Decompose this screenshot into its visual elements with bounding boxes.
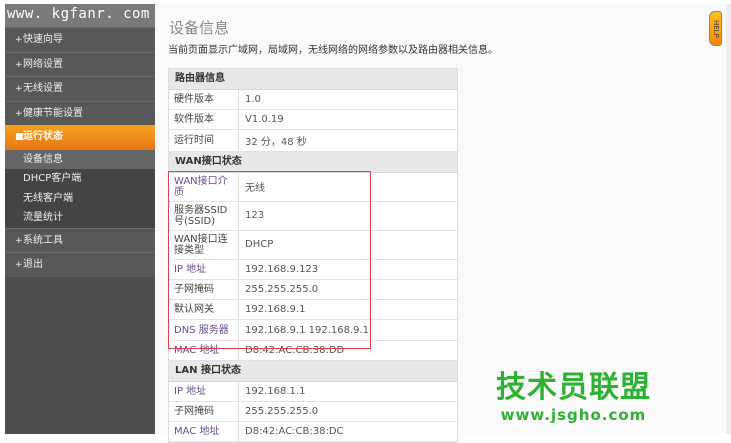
row-value: 32 分，48 秒 bbox=[245, 137, 307, 149]
menu-wireless-settings[interactable]: +无线设置 bbox=[5, 76, 155, 101]
menu-label: 快速向导 bbox=[23, 34, 63, 45]
row-label: IP 地址 bbox=[169, 259, 239, 279]
menu-running-status[interactable]: ■运行状态 bbox=[5, 125, 155, 150]
table-row: IP 地址 192.168.1.1 bbox=[169, 381, 457, 402]
section-header-lan: LAN 接口状态 bbox=[169, 361, 457, 382]
logo: www. kgfanr. com bbox=[5, 4, 155, 27]
row-label: 硬件版本 bbox=[169, 89, 239, 109]
menu-system-tools[interactable]: +系统工具 bbox=[5, 227, 155, 252]
row-label: DNS 服务器 bbox=[169, 320, 239, 340]
row-label: 默认网关 bbox=[169, 300, 239, 320]
row-value: DHCP bbox=[245, 239, 274, 251]
table-row: 软件版本 V1.0.19 bbox=[169, 109, 457, 131]
row-label: IP 地址 bbox=[169, 381, 239, 401]
section-header-wan: WAN接口状态 bbox=[169, 152, 457, 173]
table-row: MAC 地址 D8:42:AC:CB:38:DC bbox=[169, 422, 457, 443]
menu-label: 网络设置 bbox=[23, 58, 63, 70]
row-value: 255.255.255.0 bbox=[245, 284, 319, 296]
menu-label: 系统工具 bbox=[23, 234, 63, 246]
table-row: WAN接口连接类型 DHCP bbox=[169, 230, 457, 260]
row-value: 无线 bbox=[245, 183, 265, 195]
table-row: WAN接口介质 无线 bbox=[169, 172, 457, 202]
plus-icon: + bbox=[15, 84, 23, 94]
row-value: 123 bbox=[245, 210, 265, 222]
section-header-router: 路由器信息 bbox=[169, 69, 457, 90]
row-value: D8:42:AC:CB:38:DD bbox=[245, 344, 345, 356]
table-row: 子网掩码 255.255.255.0 bbox=[169, 279, 457, 301]
menu-network-settings[interactable]: +网络设置 bbox=[5, 51, 155, 76]
row-label: 子网掩码 bbox=[169, 401, 239, 422]
row-value: 192.168.1.1 bbox=[245, 385, 306, 397]
row-value: 192.168.9.123 bbox=[245, 263, 319, 275]
submenu-wireless-clients[interactable]: 无线客户端 bbox=[5, 188, 155, 208]
row-value: 192.168.9.1 192.168.9.1 bbox=[245, 324, 370, 336]
table-row: 默认网关 192.168.9.1 bbox=[169, 300, 457, 321]
page-description: 当前页面显示广域网，局域网，无线网络的网络参数以及路由器相关信息。 bbox=[168, 45, 498, 56]
table-row: 子网掩码 255.255.255.0 bbox=[169, 401, 457, 423]
watermark: 技术员联盟 www.jsgho.com bbox=[496, 362, 651, 424]
row-value: 192.168.9.1 bbox=[245, 304, 306, 316]
table-row: DNS 服务器 192.168.9.1 192.168.9.1 bbox=[169, 320, 457, 341]
sidebar: www. kgfanr. com +快速向导 +网络设置 +无线设置 +健康节能… bbox=[5, 4, 155, 434]
row-label: 软件版本 bbox=[169, 109, 239, 130]
submenu-dhcp-clients[interactable]: DHCP客户端 bbox=[5, 169, 155, 189]
page-title: 设备信息 bbox=[169, 19, 230, 37]
menu-quick-setup[interactable]: +快速向导 bbox=[5, 27, 155, 52]
plus-icon: + bbox=[15, 260, 23, 270]
plus-icon: + bbox=[15, 35, 23, 45]
submenu-traffic-stats[interactable]: 流量统计 bbox=[5, 208, 155, 228]
row-value: 1.0 bbox=[245, 93, 261, 105]
row-value: D8:42:AC:CB:38:DC bbox=[245, 426, 344, 438]
table-row: 运行时间 32 分，48 秒 bbox=[169, 130, 457, 153]
submenu-device-info[interactable]: 设备信息 bbox=[5, 149, 155, 169]
table-row: IP 地址 192.168.9.123 bbox=[169, 259, 457, 280]
watermark-name: 技术员联盟 bbox=[496, 370, 651, 405]
row-value: 255.255.255.0 bbox=[245, 406, 319, 418]
row-label: WAN接口连接类型 bbox=[169, 230, 239, 259]
help-button[interactable]: HELP bbox=[709, 11, 722, 46]
table-row: 服务器SSID号(SSID) 123 bbox=[169, 201, 457, 231]
row-label: 服务器SSID号(SSID) bbox=[169, 201, 239, 230]
menu-label: 退出 bbox=[23, 259, 43, 270]
row-label: 子网掩码 bbox=[169, 279, 239, 300]
plus-icon: + bbox=[15, 59, 23, 70]
row-label: 运行时间 bbox=[169, 130, 239, 152]
menu-label: 运行状态 bbox=[23, 131, 63, 142]
square-icon: ■ bbox=[15, 132, 24, 142]
plus-icon: + bbox=[15, 235, 23, 246]
menu-label: 无线设置 bbox=[23, 83, 63, 94]
device-info-table: 路由器信息 硬件版本 1.0 软件版本 V1.0.19 运行时间 32 分，48 秒 … bbox=[168, 68, 458, 443]
row-label: MAC 地址 bbox=[169, 340, 239, 361]
row-label: WAN接口介质 bbox=[169, 172, 239, 201]
menu-label: 健康节能设置 bbox=[23, 107, 83, 119]
table-row: 硬件版本 1.0 bbox=[169, 89, 457, 110]
menu-logout[interactable]: +退出 bbox=[5, 252, 155, 277]
scrollbar[interactable] bbox=[726, 4, 731, 434]
table-row: MAC 地址 D8:42:AC:CB:38:DD bbox=[169, 340, 457, 362]
watermark-url: www.jsgho.com bbox=[500, 406, 647, 424]
row-value: V1.0.19 bbox=[245, 113, 284, 125]
row-label: MAC 地址 bbox=[169, 422, 239, 442]
plus-icon: + bbox=[15, 108, 23, 119]
menu-power-saving[interactable]: +健康节能设置 bbox=[5, 100, 155, 125]
